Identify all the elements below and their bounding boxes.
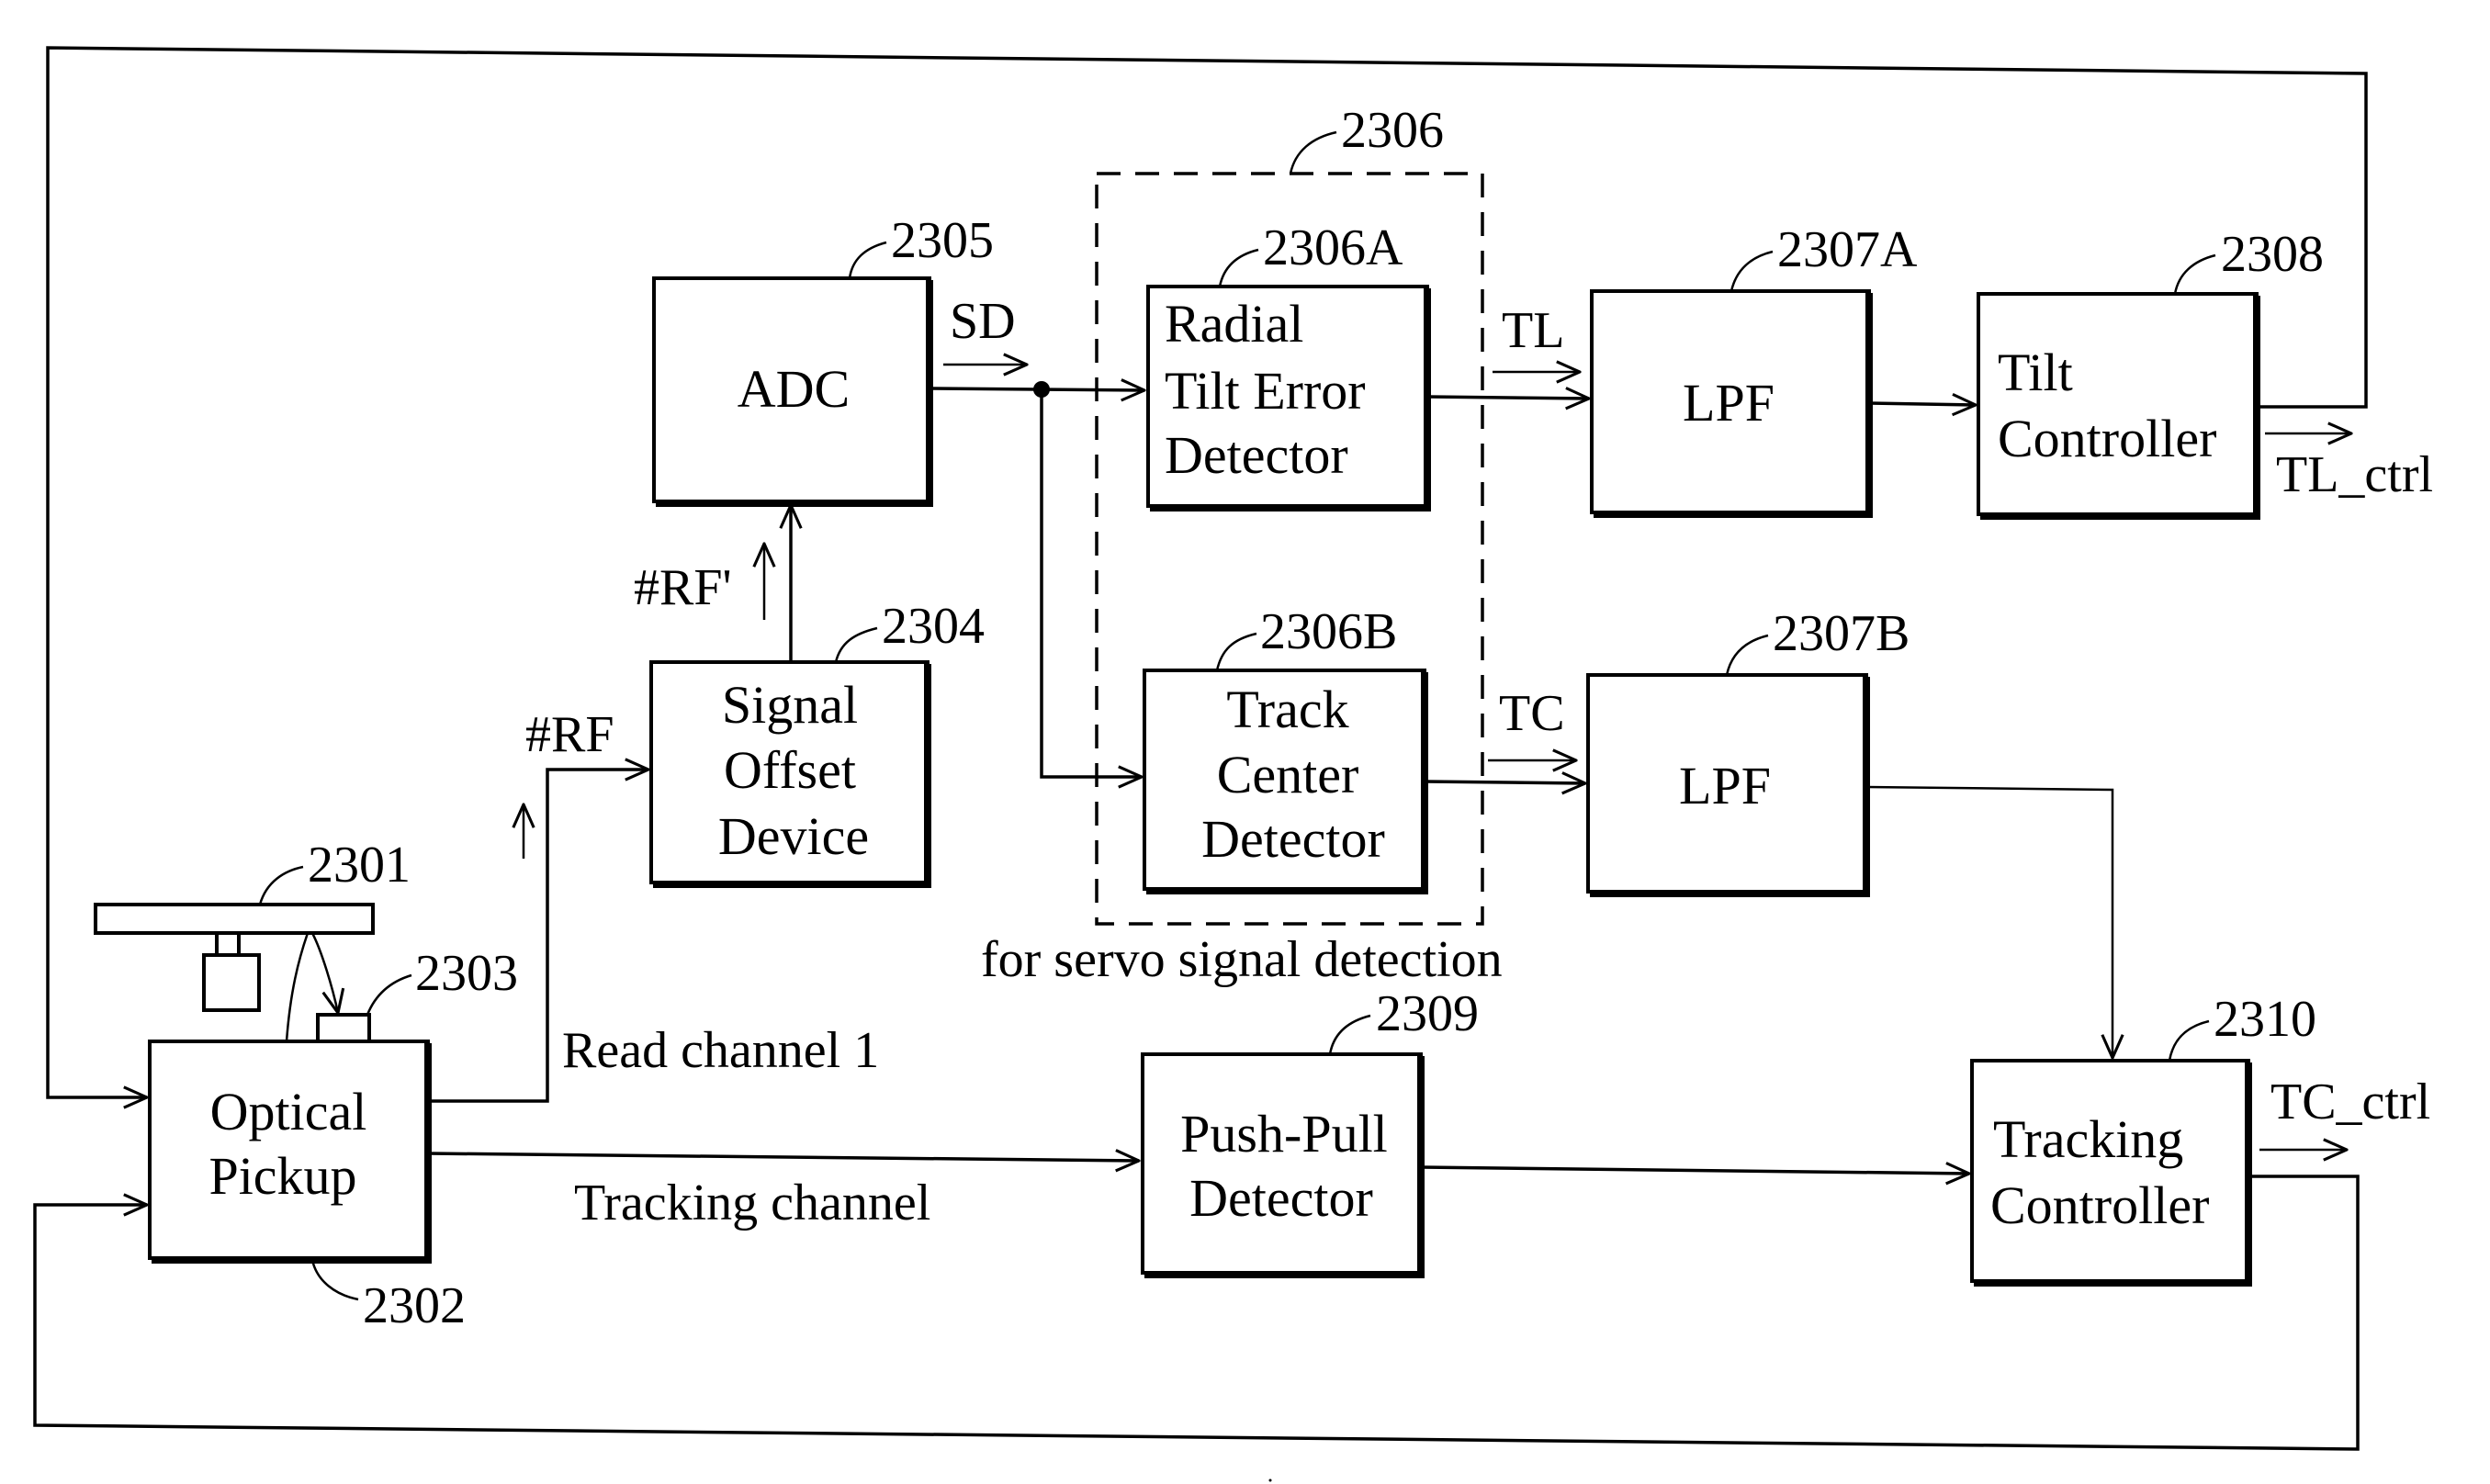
signal-tl: TL [1502, 302, 1564, 359]
signal-sd: SD [950, 293, 1016, 350]
laser-beam-icon [285, 932, 310, 1042]
radial-tilt-line2: Tilt Error [1165, 361, 1366, 421]
label-tracking-channel: Tracking channel [574, 1175, 930, 1231]
signal-offset-line2: Offset [724, 740, 856, 800]
signal-rf-prime: #RF' [634, 559, 732, 616]
ref-leader-2304 [834, 626, 878, 663]
tracking-controller-line2: Controller [1990, 1175, 2209, 1235]
servo-group-caption: for servo signal detection [981, 931, 1503, 988]
track-center-line3: Detector [1201, 809, 1385, 869]
optical-pickup-line2: Pickup [208, 1146, 356, 1206]
signal-tl-ctrl: TL_ctrl [2276, 446, 2433, 503]
push-pull-to-tracking-wire [1420, 1167, 1969, 1174]
ref-2307a: 2307A [1777, 221, 1918, 278]
ref-leader-2308 [2173, 253, 2216, 295]
block-diagram: 2301 2303 Optical Pickup 2302 #RF Read c… [33, 46, 2433, 1482]
ref-2303: 2303 [415, 945, 518, 1002]
lpf-b-label: LPF [1679, 756, 1771, 815]
track-center-line2: Center [1217, 745, 1359, 804]
ref-leader-2307a [1729, 250, 1774, 292]
lpf-a-label: LPF [1683, 373, 1775, 433]
tracking-controller-block: Tracking Controller [1970, 1059, 2252, 1287]
ref-2302: 2302 [363, 1277, 466, 1334]
push-pull-detector-block: Push-Pull Detector [1141, 1052, 1425, 1278]
tilt-controller-line2: Controller [1998, 409, 2216, 468]
signal-offset-line3: Device [718, 806, 869, 866]
ref-leader-2309 [1328, 1014, 1371, 1055]
ref-leader-2306 [1289, 130, 1337, 174]
radial-tilt-line1: Radial [1165, 294, 1303, 354]
ref-leader-2305 [848, 241, 887, 279]
ref-2301: 2301 [308, 837, 411, 894]
sensor-icon [316, 1013, 371, 1043]
ref-2306: 2306 [1341, 102, 1444, 159]
optical-pickup-line1: Optical [210, 1082, 367, 1141]
tc-wire [1424, 781, 1585, 783]
ref-leader-2310 [2168, 1019, 2210, 1062]
ref-leader-2307b [1725, 634, 1769, 676]
scan-artifact-dot [1268, 1478, 1272, 1482]
ref-2309: 2309 [1376, 985, 1479, 1042]
disc-icon [94, 903, 375, 935]
radial-tilt-line3: Detector [1165, 425, 1348, 485]
ref-leader-2306a [1218, 248, 1259, 287]
ref-2307b: 2307B [1773, 605, 1910, 662]
signal-rf: #RF [525, 706, 614, 763]
ref-leader-2306b [1215, 632, 1257, 671]
lpf-b-block: LPF [1586, 673, 1870, 897]
track-center-line1: Track [1226, 680, 1348, 739]
label-read-channel: Read channel 1 [562, 1022, 879, 1079]
lpf-a-to-tilt-wire [1868, 403, 1976, 405]
lpf-a-block: LPF [1590, 289, 1873, 518]
ref-2305: 2305 [891, 212, 994, 269]
push-pull-line1: Push-Pull [1180, 1104, 1388, 1164]
reflected-beam-icon [310, 932, 338, 1013]
radial-tilt-error-detector-block: Radial Tilt Error Detector [1146, 285, 1431, 512]
track-center-detector-block: Track Center Detector [1143, 669, 1428, 894]
ref-leader-2303 [366, 973, 412, 1016]
tilt-controller-block: Tilt Controller [1977, 292, 2260, 520]
spindle-motor-icon [202, 953, 261, 1012]
signal-offset-line1: Signal [722, 675, 858, 735]
sd-branch-wire [1040, 389, 1142, 777]
tl-wire [1426, 397, 1589, 399]
ref-2306b: 2306B [1260, 603, 1397, 660]
tracking-controller-line1: Tracking [1993, 1109, 2183, 1169]
signal-tc: TC [1499, 685, 1565, 742]
ref-2308: 2308 [2221, 226, 2324, 283]
ref-leader-2301 [258, 865, 304, 905]
signal-tc-ctrl: TC_ctrl [2270, 1074, 2430, 1130]
lpf-b-to-tracking-wire [1865, 785, 2113, 1058]
ref-2310: 2310 [2214, 991, 2316, 1048]
tilt-controller-line1: Tilt [1998, 343, 2073, 402]
adc-label: ADC [738, 359, 850, 419]
spindle-shaft-icon [215, 931, 241, 957]
push-pull-line2: Detector [1189, 1168, 1373, 1228]
ref-leader-2302 [310, 1259, 359, 1301]
ref-2306a: 2306A [1263, 219, 1403, 276]
ref-2304: 2304 [882, 598, 985, 655]
signal-offset-device-block: Signal Offset Device [649, 660, 931, 888]
optical-pickup-block: Optical Pickup [148, 1040, 432, 1264]
tracking-channel-wire [427, 1153, 1139, 1161]
adc-block: ADC [652, 276, 933, 507]
